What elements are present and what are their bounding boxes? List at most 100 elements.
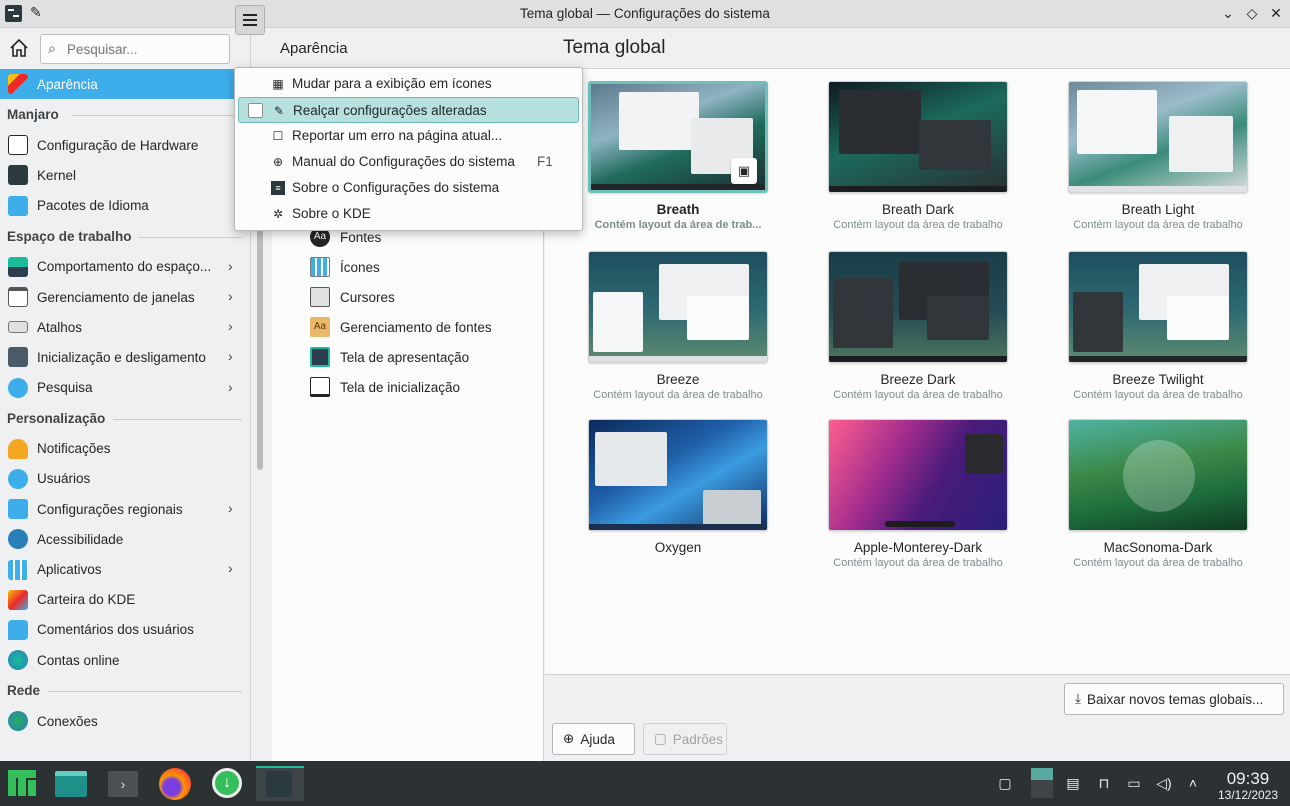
cursors-icon [310,287,330,307]
theme-card-breeze[interactable]: Breeze Contém layout da área de trabalho [583,251,773,401]
home-icon[interactable] [8,37,32,61]
taskbar: › ↓ ▢ ▤ ⊓ ▭ ◁) ˄ 09:39 13/12/2023 [0,761,1290,806]
close-icon[interactable]: ✕ [1266,3,1286,23]
defaults-button[interactable]: ▢ Padrões [643,723,727,755]
theme-thumbnail [828,251,1008,363]
menu-item-about-settings[interactable]: ≡ Sobre o Configurações do sistema [238,175,579,201]
sub-item-font-management[interactable]: Aa Gerenciamento de fontes [310,312,492,342]
menu-item-highlight-changed[interactable]: ✎ Realçar configurações alteradas [238,97,579,123]
show-desktop-icon[interactable]: ▢ [996,774,1014,792]
menu-item-icon-view[interactable]: ▦ Mudar para a exibição em ícones [238,71,579,97]
highlight-checkbox[interactable] [248,103,263,118]
theme-card-breath[interactable]: ▣ Breath Contém layout da área de trab..… [583,81,773,231]
sidebar-item-accessibility[interactable]: Acessibilidade [0,524,250,554]
appearance-icon [8,74,28,95]
maximize-diamond-icon[interactable]: ◇ [1242,3,1262,23]
sidebar-item-aparencia[interactable]: Aparência [0,69,250,100]
defaults-icon: ▢ [654,731,667,746]
sidebar-item-kde-wallet[interactable]: Carteira do KDE [0,585,250,615]
help-lifebuoy-icon: ⊕ [563,731,575,746]
font-management-icon: Aa [310,317,330,337]
applications-grid-icon [8,559,28,580]
theme-card-breeze-twilight[interactable]: Breeze Twilight Contém layout da área de… [1063,251,1253,401]
group-header-workspace: Espaço de trabalho [0,221,250,252]
sidebar-item-search[interactable]: Pesquisa › [0,373,250,403]
theme-card-macsonoma-dark[interactable]: MacSonoma-Dark Contém layout da área de … [1063,419,1253,569]
theme-card-breeze-dark[interactable]: Breeze Dark Contém layout da área de tra… [823,251,1013,401]
theme-card-breath-dark[interactable]: Breath Dark Contém layout da área de tra… [823,81,1013,231]
image-preview-icon[interactable]: ▣ [731,158,757,184]
theme-card-oxygen[interactable]: Oxygen [583,419,773,557]
menu-item-manual[interactable]: ⊕ Manual do Configurações do sistema F1 [238,149,579,175]
theme-thumbnail [828,419,1008,531]
sidebar-item-workspace-behavior[interactable]: Comportamento do espaço... › [0,252,250,282]
theme-card-apple-monterey-dark[interactable]: Apple-Monterey-Dark Contém layout da áre… [823,419,1013,569]
footer-bar: ⤓ Baixar novos temas globais... ⊕ Ajuda … [545,674,1290,761]
sidebar-item-startup-shutdown[interactable]: Inicialização e desligamento › [0,342,250,372]
firefox-icon[interactable] [156,766,196,801]
manjaro-launcher-icon[interactable] [5,766,39,801]
icons-icon [310,257,330,277]
digital-clock[interactable]: 09:39 13/12/2023 [1210,769,1286,802]
keyboard-icon [8,321,28,334]
hamburger-menu-button[interactable] [235,5,265,35]
title-bar: ✎ Tema global — Configurações do sistema… [0,0,1290,28]
minimize-chevron-down-icon[interactable]: ⌄ [1218,3,1238,23]
bug-icon: ☐ [272,129,284,143]
clipboard-icon[interactable]: ▤ [1064,774,1082,792]
main-content: Tema global ▣ Breath Contém layout da ár… [545,29,1290,761]
sub-item-icons[interactable]: Ícones [310,252,380,282]
file-manager-icon[interactable] [52,766,92,801]
sidebar-item-applications[interactable]: Aplicativos › [0,554,250,584]
menu-item-about-kde[interactable]: ✲ Sobre o KDE [238,201,579,227]
system-settings-taskbar-icon[interactable] [256,766,304,801]
sidebar-item-regional-settings[interactable]: Configurações regionais › [0,494,250,524]
chevron-right-icon: › [228,348,233,365]
workspace-behavior-icon [8,256,28,277]
bell-icon [8,438,28,459]
search-input[interactable] [67,39,225,59]
theme-card-breath-light[interactable]: Breath Light Contém layout da área de tr… [1063,81,1253,231]
terminal-icon[interactable]: › [104,766,144,801]
theme-thumbnail: ▣ [588,81,768,193]
theme-thumbnail [1068,251,1248,363]
chevron-up-icon[interactable]: ˄ [1184,774,1202,792]
volume-icon[interactable]: ◁) [1155,774,1173,792]
sidebar-item-kernel[interactable]: Kernel [0,160,250,190]
grid-icon: ▦ [272,77,284,91]
group-header-network: Rede [0,675,250,706]
help-button[interactable]: ⊕ Ajuda [552,723,635,755]
sidebar-item-users[interactable]: Usuários [0,464,250,494]
usb-device-icon[interactable]: ⊓ [1095,774,1113,792]
search-field[interactable]: ⌕ [40,34,230,64]
sidebar-item-user-feedback[interactable]: Comentários dos usuários [0,615,250,645]
sidebar-item-notifications[interactable]: Notificações [0,434,250,464]
accessibility-icon [8,529,28,550]
search-icon: ⌕ [48,40,56,56]
brush-icon: ✎ [273,104,285,118]
feedback-icon [8,619,28,640]
sidebar: ⌕ Aparência Manjaro Configuração de Hard… [0,29,251,761]
sidebar-item-hardware[interactable]: Configuração de Hardware [0,130,250,160]
software-updater-icon[interactable]: ↓ [208,766,248,801]
wallet-icon [8,589,28,610]
sidebar-item-window-management[interactable]: Gerenciamento de janelas › [0,282,250,312]
download-new-themes-button[interactable]: ⤓ Baixar novos temas globais... [1064,683,1284,715]
sidebar-item-online-accounts[interactable]: Contas online [0,645,250,675]
sidebar-item-language-packages[interactable]: Pacotes de Idioma [0,191,250,221]
pager-icon[interactable] [1031,768,1053,798]
sidebar-item-shortcuts[interactable]: Atalhos › [0,312,250,342]
globe-icon [8,711,28,732]
startup-shutdown-icon [8,347,28,368]
sub-item-cursors[interactable]: Cursores [310,282,395,312]
system-settings-icon: ≡ [271,181,285,195]
apple-logo-icon [1123,440,1195,512]
theme-thumbnail [588,251,768,363]
menu-item-report-bug[interactable]: ☐ Reportar um erro na página atual... [238,123,579,149]
category-title: Aparência [280,40,348,57]
sidebar-item-connections[interactable]: Conexões [0,706,250,736]
network-icon[interactable]: ▭ [1125,774,1143,792]
theme-thumbnail [588,419,768,531]
sub-item-login-screen[interactable]: Tela de inicialização [310,372,460,402]
sub-item-splash-screen[interactable]: Tela de apresentação [310,342,469,372]
